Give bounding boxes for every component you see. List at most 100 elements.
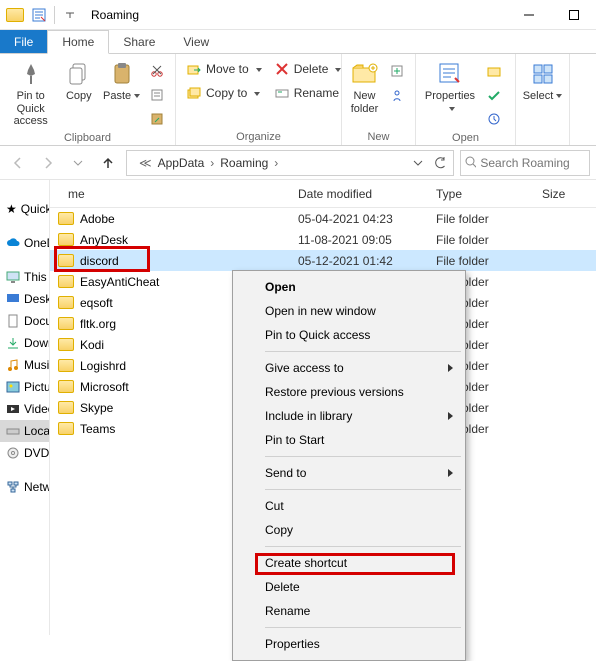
select-icon	[529, 60, 557, 88]
maximize-button[interactable]	[551, 0, 596, 30]
chevron-right-icon[interactable]: ›	[208, 156, 216, 170]
qat-properties-icon[interactable]	[28, 4, 50, 26]
nav-desktop[interactable]: Desktop	[0, 288, 49, 310]
breadcrumb-segment[interactable]: Roaming	[216, 156, 272, 170]
scissors-icon	[149, 63, 165, 79]
nav-downloads[interactable]: Downloads	[0, 332, 49, 354]
file-date: 05-04-2021 04:23	[298, 212, 436, 226]
copy-to-button[interactable]: Copy to	[182, 82, 266, 104]
delete-x-icon	[274, 61, 290, 77]
open-button[interactable]	[482, 60, 506, 82]
file-name: Skype	[80, 401, 113, 415]
breadcrumb-segment[interactable]: AppData	[154, 156, 209, 170]
col-type[interactable]: Type	[436, 187, 542, 201]
history-button[interactable]	[482, 108, 506, 130]
tab-file[interactable]: File	[0, 30, 47, 53]
folder-icon	[58, 338, 74, 351]
network-icon	[6, 480, 20, 494]
ctx-cut[interactable]: Cut	[235, 494, 463, 518]
qat-folder-icon[interactable]	[4, 4, 26, 26]
tab-share[interactable]: Share	[109, 30, 169, 53]
file-name: discord	[80, 254, 119, 268]
chevron-icon[interactable]: ≪	[137, 156, 154, 170]
column-headers[interactable]: me Date modified Type Size	[50, 180, 596, 208]
videos-icon	[6, 402, 20, 416]
ctx-open[interactable]: Open	[235, 275, 463, 299]
nav-network[interactable]: Network	[0, 476, 49, 498]
new-item-button[interactable]	[385, 60, 409, 82]
nav-forward-button[interactable]	[36, 151, 60, 175]
file-type: File folder	[436, 233, 542, 247]
ctx-send-to[interactable]: Send to	[235, 461, 463, 485]
refresh-button[interactable]	[429, 152, 451, 174]
col-date[interactable]: Date modified	[298, 187, 436, 201]
table-row[interactable]: Adobe05-04-2021 04:23File folder	[50, 208, 596, 229]
edit-button[interactable]	[482, 84, 506, 106]
paste-shortcut-button[interactable]	[145, 108, 169, 130]
pin-icon	[17, 60, 45, 88]
nav-local-disk[interactable]: Local Disk	[0, 420, 49, 442]
new-folder-button[interactable]: New folder	[348, 58, 381, 115]
pictures-icon	[6, 380, 20, 394]
col-name[interactable]: me	[50, 187, 298, 201]
copy-button[interactable]: Copy	[59, 58, 98, 103]
file-name: Kodi	[80, 338, 104, 352]
table-row[interactable]: discord05-12-2021 01:42File folder	[50, 250, 596, 271]
minimize-button[interactable]	[506, 0, 551, 30]
nav-music[interactable]: Music	[0, 354, 49, 376]
file-date: 11-08-2021 09:05	[298, 233, 436, 247]
nav-documents[interactable]: Documents	[0, 310, 49, 332]
ctx-open-new-window[interactable]: Open in new window	[235, 299, 463, 323]
search-input[interactable]	[480, 156, 585, 170]
ctx-copy[interactable]: Copy	[235, 518, 463, 542]
downloads-icon	[6, 336, 20, 350]
delete-button[interactable]: Delete	[270, 58, 346, 80]
ctx-include-library[interactable]: Include in library	[235, 404, 463, 428]
file-name: fltk.org	[80, 317, 116, 331]
paste-button[interactable]: Paste	[102, 58, 141, 103]
nav-up-button[interactable]	[96, 151, 120, 175]
ctx-pin-quick-access[interactable]: Pin to Quick access	[235, 323, 463, 347]
select-button[interactable]: Select	[522, 58, 563, 103]
pin-quick-access-button[interactable]: Pin to Quick access	[6, 58, 55, 128]
rename-button[interactable]: Rename	[270, 82, 346, 104]
folder-icon	[58, 296, 74, 309]
tab-view[interactable]: View	[169, 30, 223, 53]
ctx-pin-start[interactable]: Pin to Start	[235, 428, 463, 452]
file-name: Teams	[80, 422, 115, 436]
nav-onedrive[interactable]: OneDrive	[0, 232, 49, 254]
music-icon	[6, 358, 20, 372]
file-name: Microsoft	[80, 380, 129, 394]
tab-home[interactable]: Home	[47, 30, 109, 54]
ctx-rename[interactable]: Rename	[235, 599, 463, 623]
documents-icon	[6, 314, 20, 328]
properties-button[interactable]: Properties	[422, 58, 478, 115]
move-to-button[interactable]: Move to	[182, 58, 266, 80]
address-dropdown-button[interactable]	[407, 152, 429, 174]
ctx-delete[interactable]: Delete	[235, 575, 463, 599]
cut-button[interactable]	[145, 60, 169, 82]
nav-quick-access[interactable]: ★Quick access	[0, 198, 49, 220]
easy-access-button[interactable]	[385, 84, 409, 106]
disc-icon	[6, 446, 20, 460]
search-box[interactable]	[460, 150, 590, 176]
col-size[interactable]: Size	[542, 187, 596, 201]
ctx-restore-versions[interactable]: Restore previous versions	[235, 380, 463, 404]
ctx-give-access[interactable]: Give access to	[235, 356, 463, 380]
nav-back-button[interactable]	[6, 151, 30, 175]
nav-this-pc[interactable]: This PC	[0, 266, 49, 288]
copy-path-button[interactable]	[145, 84, 169, 106]
address-bar[interactable]: ≪ AppData › Roaming ›	[126, 150, 454, 176]
ctx-create-shortcut[interactable]: Create shortcut	[235, 551, 463, 575]
table-row[interactable]: AnyDesk11-08-2021 09:05File folder	[50, 229, 596, 250]
chevron-right-icon[interactable]: ›	[272, 156, 280, 170]
nav-videos[interactable]: Videos	[0, 398, 49, 420]
star-icon: ★	[6, 202, 17, 216]
ctx-properties[interactable]: Properties	[235, 632, 463, 656]
nav-recent-button[interactable]	[66, 151, 90, 175]
nav-pictures[interactable]: Pictures	[0, 376, 49, 398]
edit-check-icon	[486, 87, 502, 103]
qat-dropdown-icon[interactable]	[59, 4, 81, 26]
nav-dvd[interactable]: DVD Drive	[0, 442, 49, 464]
folder-icon	[58, 212, 74, 225]
